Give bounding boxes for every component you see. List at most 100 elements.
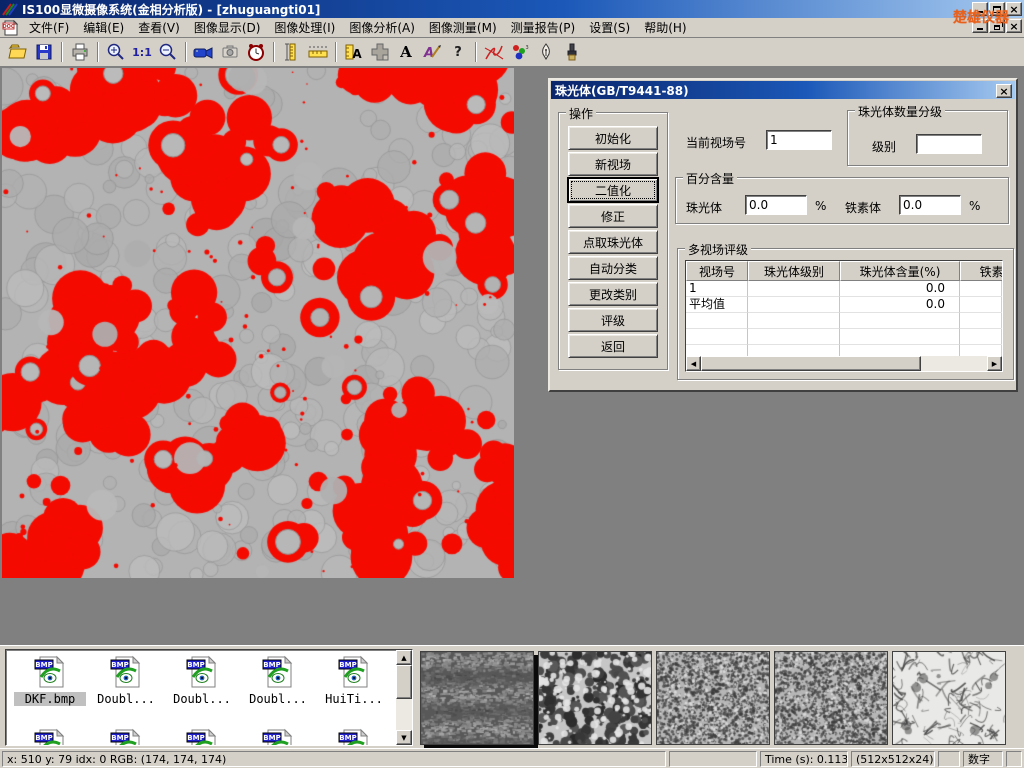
op-button-8[interactable]: 返回 xyxy=(568,334,658,358)
dialog-title-bar[interactable]: 珠光体(GB/T9441-88) × xyxy=(551,81,1015,99)
menu-item-4[interactable]: 图像处理(I) xyxy=(267,19,342,37)
file-item[interactable]: BMPHuiTi... xyxy=(318,655,390,706)
menu-item-0[interactable]: 文件(F) xyxy=(22,19,76,37)
ferrite-percent-unit: % xyxy=(969,199,980,213)
grid-cross-button[interactable] xyxy=(367,40,393,64)
operation-group-label: 操作 xyxy=(566,105,596,122)
rating-table[interactable]: 视场号珠光体级别珠光体含量(%)铁素体含量(%) 10.0平均值0.0 ◀ ▶ xyxy=(685,260,1003,372)
scale-text-button[interactable]: A xyxy=(341,40,367,64)
menu-item-5[interactable]: 图像分析(A) xyxy=(342,19,422,37)
status-cursor-info: x: 510 y: 79 idx: 0 RGB: (174, 174, 174) xyxy=(2,751,666,767)
timer-clock-icon xyxy=(246,42,266,62)
brush-tool-button[interactable] xyxy=(559,40,585,64)
dialog-close-button[interactable]: × xyxy=(996,84,1012,98)
table-cell xyxy=(686,329,748,345)
file-browser-list[interactable]: ▲ ▼ BMPDKF.bmpBMPDoubl...BMPDoubl...BMPD… xyxy=(5,649,413,746)
bmp-file-icon: BMP xyxy=(109,678,143,692)
op-button-1[interactable]: 新视场 xyxy=(568,152,658,176)
op-button-3[interactable]: 修正 xyxy=(568,204,658,228)
annotate-tool-button[interactable]: A xyxy=(419,40,445,64)
menu-item-3[interactable]: 图像显示(D) xyxy=(187,19,268,37)
zoom-out-button[interactable] xyxy=(155,40,181,64)
timer-clock-button[interactable] xyxy=(243,40,269,64)
micrograph-thumbnail-1[interactable] xyxy=(420,651,534,745)
menu-item-6[interactable]: 图像测量(M) xyxy=(422,19,504,37)
curve-tool-button[interactable] xyxy=(481,40,507,64)
op-button-7[interactable]: 评级 xyxy=(568,308,658,332)
pen-tool-icon xyxy=(536,42,556,62)
scroll-left-icon[interactable]: ◀ xyxy=(686,356,701,371)
ferrite-percent-input[interactable] xyxy=(899,195,961,215)
ruler-measure-button[interactable] xyxy=(305,40,331,64)
menu-item-2[interactable]: 查看(V) xyxy=(131,19,187,37)
file-item[interactable]: BMP xyxy=(14,728,86,746)
menu-item-1[interactable]: 编辑(E) xyxy=(76,19,131,37)
table-horizontal-scrollbar[interactable]: ◀ ▶ xyxy=(686,356,1002,371)
bottom-panel: ▲ ▼ BMPDKF.bmpBMPDoubl...BMPDoubl...BMPD… xyxy=(0,645,1024,748)
table-cell xyxy=(748,313,840,329)
classify-balls-button[interactable]: 3 xyxy=(507,40,533,64)
micrograph-image[interactable] xyxy=(2,68,514,578)
dialog-title: 珠光体(GB/T9441-88) xyxy=(555,82,689,99)
op-button-2[interactable]: 二值化 xyxy=(568,178,658,202)
toolbar-separator xyxy=(273,42,275,62)
menu-item-8[interactable]: 设置(S) xyxy=(582,19,637,37)
open-file-button[interactable] xyxy=(5,40,31,64)
micrograph-thumbnail-5[interactable] xyxy=(892,651,1006,745)
text-tool-icon: A xyxy=(400,43,412,61)
ferrite-percent-label: 铁素体 xyxy=(845,199,881,216)
file-item[interactable]: BMP xyxy=(166,728,238,746)
print-button[interactable] xyxy=(67,40,93,64)
pearlite-dialog: 珠光体(GB/T9441-88) × 操作 初始化新视场二值化修正点取珠光体自动… xyxy=(548,78,1018,392)
scroll-up-icon[interactable]: ▲ xyxy=(396,650,412,665)
pen-tool-button[interactable] xyxy=(533,40,559,64)
file-item[interactable]: BMP xyxy=(242,728,314,746)
op-button-0[interactable]: 初始化 xyxy=(568,126,658,150)
capture-camera-button[interactable] xyxy=(217,40,243,64)
file-item[interactable]: BMP xyxy=(318,728,390,746)
micrograph-thumbnail-2[interactable] xyxy=(538,651,652,745)
caliper-measure-button[interactable] xyxy=(279,40,305,64)
file-item[interactable]: BMPDKF.bmp xyxy=(14,655,86,706)
title-bar: IS100显微摄像系统(金相分析版) - [zhuguangti01] × xyxy=(0,0,1024,18)
file-item[interactable]: BMP xyxy=(90,728,162,746)
actual-size-button[interactable]: 1:1 xyxy=(129,40,155,64)
table-cell xyxy=(960,281,1003,297)
op-button-4[interactable]: 点取珠光体 xyxy=(568,230,658,254)
op-button-6[interactable]: 更改类别 xyxy=(568,282,658,306)
current-field-input[interactable] xyxy=(766,130,832,150)
zoom-in-button[interactable] xyxy=(103,40,129,64)
help-button[interactable]: ? xyxy=(445,40,471,64)
file-list-scrollbar[interactable]: ▲ ▼ xyxy=(396,650,412,745)
scroll-down-icon[interactable]: ▼ xyxy=(396,730,412,745)
table-row[interactable]: 平均值0.0 xyxy=(686,297,1002,313)
table-row[interactable] xyxy=(686,329,1002,345)
grading-group-label: 珠光体数量分级 xyxy=(855,103,945,120)
file-item[interactable]: BMPDoubl... xyxy=(166,655,238,706)
menu-item-9[interactable]: 帮助(H) xyxy=(637,19,693,37)
pearlite-percent-input[interactable] xyxy=(745,195,807,215)
ruler-measure-icon xyxy=(307,42,329,62)
table-row[interactable] xyxy=(686,313,1002,329)
scroll-right-icon[interactable]: ▶ xyxy=(987,356,1002,371)
file-item[interactable]: BMPDoubl... xyxy=(242,655,314,706)
video-camera-button[interactable] xyxy=(191,40,217,64)
save-file-button[interactable] xyxy=(31,40,57,64)
menu-item-7[interactable]: 测量报告(P) xyxy=(504,19,583,37)
op-button-5[interactable]: 自动分类 xyxy=(568,256,658,280)
table-cell xyxy=(960,329,1003,345)
grade-level-input[interactable] xyxy=(916,134,982,154)
text-tool-button[interactable]: A xyxy=(393,40,419,64)
table-cell xyxy=(960,297,1003,313)
window-title: IS100显微摄像系统(金相分析版) - [zhuguangti01] xyxy=(22,1,320,18)
file-name: Doubl... xyxy=(242,692,314,706)
micrograph-thumbnail-4[interactable] xyxy=(774,651,888,745)
scrollbar-thumb[interactable] xyxy=(701,356,921,371)
table-column-header: 铁素体含量(%) xyxy=(960,261,1003,281)
scrollbar-thumb[interactable] xyxy=(396,665,412,699)
table-column-header: 视场号 xyxy=(686,261,748,281)
table-row[interactable]: 10.0 xyxy=(686,281,1002,297)
file-item[interactable]: BMPDoubl... xyxy=(90,655,162,706)
table-column-header: 珠光体含量(%) xyxy=(840,261,960,281)
micrograph-thumbnail-3[interactable] xyxy=(656,651,770,745)
